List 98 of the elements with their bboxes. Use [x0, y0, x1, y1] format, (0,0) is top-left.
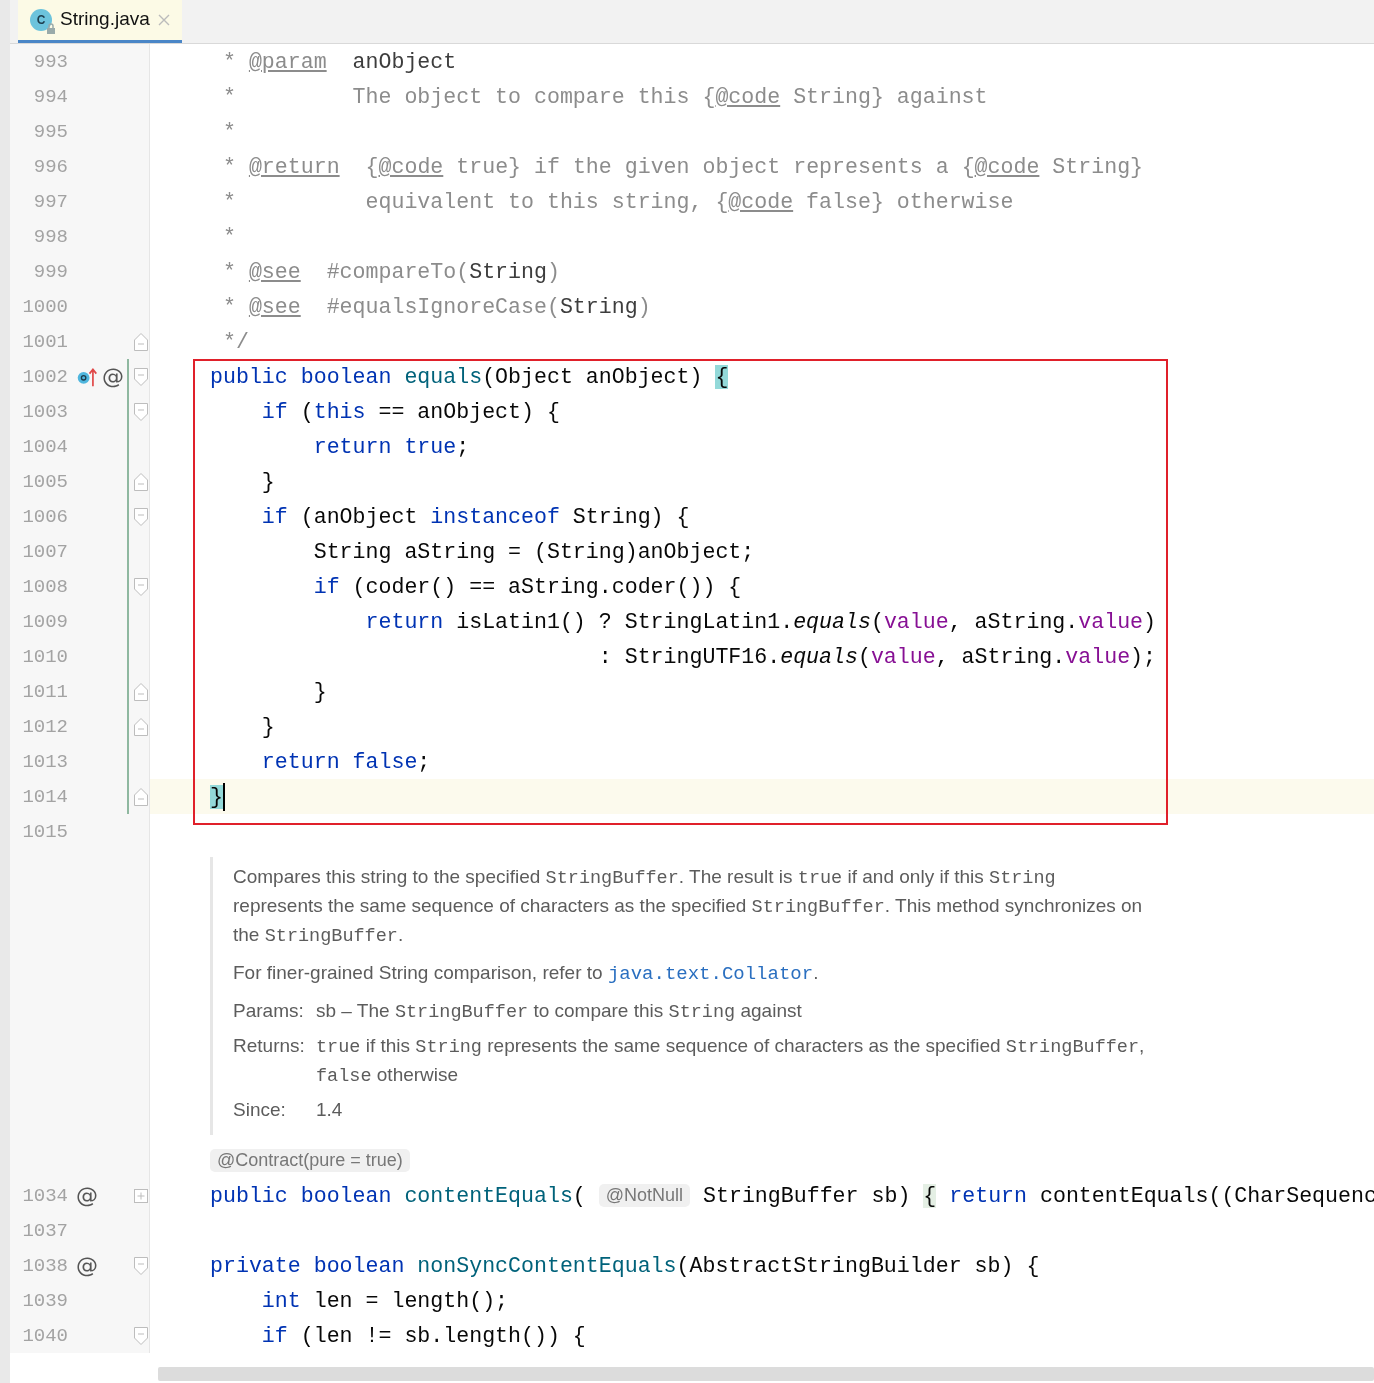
line-number: 1014	[21, 785, 68, 808]
code-text: return isLatin1() ? StringLatin1.equals(value, aString.value)	[364, 609, 1157, 634]
annotation-marker[interactable]: @	[102, 365, 124, 388]
code-text: }	[260, 714, 275, 739]
change-marker[interactable]	[127, 639, 129, 674]
line-number: 994	[32, 85, 68, 108]
doc-paragraph: Compares this string to the specified StringBuffer. The result is true if and only if this String represents the same sequence of characters as the specified StringBuffer. This method synchronizes on the StringBuffer.	[233, 865, 1144, 949]
fold-icon[interactable]	[133, 331, 149, 352]
line-number: 1037	[21, 1219, 68, 1242]
line-number: 1038	[21, 1254, 68, 1277]
change-marker[interactable]	[127, 464, 129, 499]
fold-icon[interactable]	[133, 366, 149, 387]
line-number: 1040	[21, 1324, 68, 1347]
line-number: 1000	[21, 295, 68, 318]
line-number: 998	[32, 225, 68, 248]
line-number: 1013	[21, 750, 68, 773]
doc-label: Since:	[233, 1098, 287, 1122]
change-marker[interactable]	[127, 569, 129, 604]
annotation-marker[interactable]: @	[76, 1254, 98, 1277]
code-text: return true;	[312, 434, 470, 459]
code-text: */	[221, 329, 249, 354]
inlay-hint: @NotNull	[598, 1184, 691, 1207]
change-marker[interactable]	[127, 744, 129, 779]
line-number: 1039	[21, 1289, 68, 1312]
line-number: 1034	[21, 1184, 68, 1207]
code-text: * @see #compareTo(String)	[221, 259, 560, 284]
class-file-icon: C	[30, 8, 52, 31]
fold-icon[interactable]	[133, 1325, 149, 1346]
line-number: 1004	[21, 435, 68, 458]
code-text: * @return {@code true} if the given object represents a {@code String}	[221, 154, 1144, 179]
fold-icon[interactable]	[133, 786, 149, 807]
code-text: }	[210, 784, 223, 809]
change-marker[interactable]	[127, 394, 129, 429]
line-number: 1015	[21, 820, 68, 843]
doc-link[interactable]: java.text.Collator	[607, 963, 814, 985]
code-text: public boolean contentEquals(	[210, 1183, 587, 1208]
line-number: 1009	[21, 610, 68, 633]
code-text: }	[260, 469, 275, 494]
fold-icon[interactable]	[133, 576, 149, 597]
close-icon[interactable]	[157, 13, 170, 26]
fold-icon[interactable]	[133, 1255, 149, 1276]
line-number: 1008	[21, 575, 68, 598]
doc-text: sb – The StringBuffer to compare this String against	[316, 999, 802, 1025]
line-number: 993	[32, 50, 68, 73]
doc-label: Returns:	[233, 1034, 306, 1058]
code-text: private boolean nonSyncContentEquals(AbstractStringBuilder sb) {	[210, 1253, 1040, 1278]
line-number: 1005	[21, 470, 68, 493]
doc-text: true if this String represents the same sequence of characters as the specified StringBuffer, false otherwise	[316, 1034, 1146, 1089]
line-number: 1011	[21, 680, 68, 703]
line-number: 996	[32, 155, 68, 178]
line-number: 1002	[21, 365, 68, 388]
code-text: int len = length();	[260, 1288, 509, 1313]
change-marker[interactable]	[127, 534, 129, 569]
code-text: if (anObject instanceof String) {	[260, 504, 690, 529]
change-marker[interactable]	[127, 779, 129, 814]
code-text: if (this == anObject) {	[260, 399, 560, 424]
code-text: String aString = (String)anObject;	[312, 539, 755, 564]
code-text: }	[312, 679, 327, 704]
change-marker[interactable]	[127, 429, 129, 464]
file-tab[interactable]: C String.java	[18, 0, 182, 43]
fold-icon[interactable]	[133, 716, 149, 737]
fold-icon[interactable]	[133, 506, 149, 527]
fold-icon[interactable]	[133, 471, 149, 492]
line-number: 1003	[21, 400, 68, 423]
code-text: * @param anObject	[221, 49, 457, 74]
line-number: 1010	[21, 645, 68, 668]
line-number: 997	[32, 190, 68, 213]
change-marker[interactable]	[127, 359, 129, 394]
code-text: * @see #equalsIgnoreCase(String)	[221, 294, 651, 319]
line-number: 1007	[21, 540, 68, 563]
horizontal-scrollbar[interactable]	[158, 1367, 1374, 1381]
annotation-marker[interactable]: @	[76, 1184, 98, 1207]
fold-icon[interactable]	[133, 401, 149, 422]
expand-icon[interactable]	[133, 1187, 149, 1204]
doc-paragraph: For finer-grained String comparison, refer to java.text.Collator.	[233, 961, 820, 987]
line-number: 1001	[21, 330, 68, 353]
change-marker[interactable]	[127, 499, 129, 534]
code-text: if (len != sb.length()) {	[260, 1323, 586, 1348]
code-text: if (coder() == aString.coder()) {	[312, 574, 742, 599]
doc-text: 1.4	[316, 1098, 343, 1122]
line-number: 1012	[21, 715, 68, 738]
line-number: 999	[32, 260, 68, 283]
code-text: *	[221, 224, 236, 249]
doc-label: Params:	[233, 999, 305, 1023]
code-text: * equivalent to this string, {@code false} otherwise	[221, 189, 1014, 214]
code-text: : StringUTF16.equals(value, aString.value);	[597, 644, 1156, 669]
change-marker[interactable]	[127, 604, 129, 639]
text-cursor	[222, 782, 225, 811]
line-number: 1006	[21, 505, 68, 528]
code-text: return false;	[260, 749, 431, 774]
code-text: *	[221, 119, 236, 144]
change-marker[interactable]	[127, 674, 129, 709]
line-number: 995	[32, 120, 68, 143]
code-text: public boolean equals(Object anObject) {	[210, 364, 729, 389]
code-text: * The object to compare this {@code String} against	[221, 84, 988, 109]
inlay-hint: @Contract(pure = true)	[210, 1149, 410, 1172]
fold-icon[interactable]	[133, 681, 149, 702]
change-marker[interactable]	[127, 709, 129, 744]
